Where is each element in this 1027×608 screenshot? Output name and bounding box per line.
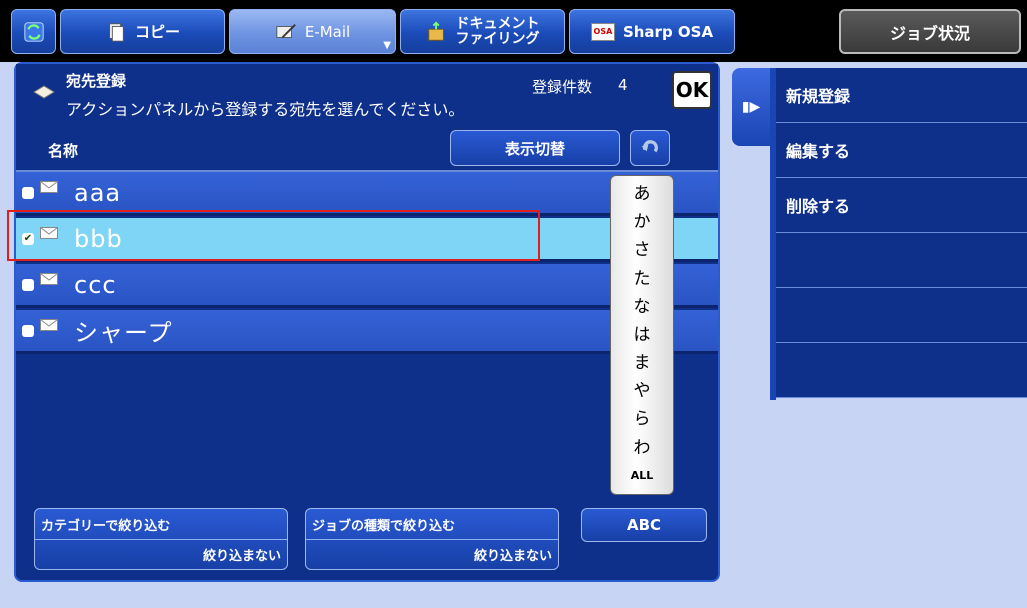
chevron-down-icon: ▼ [383, 40, 391, 51]
category-filter-value: 絞り込まない [202, 549, 281, 564]
page-title: 宛先登録 [66, 72, 127, 90]
tab-document-filing[interactable]: ドキュメント ファイリング [400, 9, 565, 54]
selection-highlight [7, 210, 540, 261]
copy-icon [109, 22, 124, 42]
email-pen-icon [276, 23, 296, 38]
new-registration-button[interactable]: 新規登録 [776, 68, 1027, 123]
action-empty-slot [776, 343, 1027, 398]
book-icon [33, 85, 55, 99]
checkbox[interactable] [22, 324, 34, 337]
kana-a[interactable]: あ [634, 184, 651, 204]
registered-count-value: 4 [618, 76, 628, 94]
category-filter-button[interactable]: カテゴリーで絞り込む 絞り込まない [34, 508, 288, 570]
panel-header: 宛先登録 アクションパネルから登録する宛先を選んでください。 登録件数 4 OK [16, 64, 718, 129]
kana-ta[interactable]: た [634, 269, 651, 289]
tab-email-label: E-Mail [304, 22, 351, 41]
mail-icon [40, 272, 58, 285]
kana-ha[interactable]: は [634, 325, 651, 345]
action-panel: 新規登録 編集する 削除する [776, 68, 1027, 398]
kana-wa[interactable]: わ [634, 438, 651, 458]
entry-name: aaa [74, 178, 122, 207]
address-list-panel: 宛先登録 アクションパネルから登録する宛先を選んでください。 登録件数 4 OK… [14, 62, 720, 582]
delete-button[interactable]: 削除する [776, 178, 1027, 233]
toggle-view-label: 表示切替 [504, 139, 565, 158]
kana-na[interactable]: な [634, 297, 651, 317]
job-type-filter-button[interactable]: ジョブの種類で絞り込む 絞り込まない [305, 508, 559, 570]
tab-copy-label: コピー [134, 23, 180, 41]
divider [306, 539, 558, 540]
undo-icon [641, 140, 658, 153]
kana-ma[interactable]: ま [634, 353, 651, 373]
registered-count-label: 登録件数 [532, 78, 593, 96]
home-button[interactable] [11, 9, 56, 54]
kana-all[interactable]: ALL [631, 466, 654, 486]
divider [35, 539, 287, 540]
edit-button[interactable]: 編集する [776, 123, 1027, 178]
tab-document-filing-line2: ファイリング [455, 30, 540, 47]
mail-icon [40, 318, 58, 331]
checkbox[interactable] [22, 278, 34, 291]
kana-ra[interactable]: ら [634, 409, 651, 429]
category-filter-title: カテゴリーで絞り込む [41, 519, 171, 534]
ok-button[interactable]: OK [672, 71, 712, 109]
folder-arrow-icon [427, 21, 444, 41]
tab-sharp-osa[interactable]: OSA Sharp OSA [569, 9, 735, 54]
entry-name: ccc [74, 270, 117, 299]
kana-index-bar[interactable]: あ か さ た な は ま や ら わ ALL [610, 175, 674, 495]
tab-email[interactable]: E-Mail ▼ [229, 9, 396, 54]
action-panel-toggle[interactable]: ▮▶ [732, 68, 770, 146]
abc-label: ABC [626, 516, 662, 534]
play-pause-icon: ▮▶ [741, 99, 761, 115]
action-empty-slot [776, 288, 1027, 343]
tab-document-filing-line1: ドキュメント [455, 15, 540, 32]
instruction-text: アクションパネルから登録する宛先を選んでください。 [66, 100, 465, 119]
toggle-view-button[interactable]: 表示切替 [450, 130, 620, 166]
tab-sharp-osa-label: Sharp OSA [622, 22, 714, 41]
checkbox[interactable] [22, 186, 34, 199]
tab-copy[interactable]: コピー [60, 9, 225, 54]
top-bar: コピー E-Mail ▼ ドキュメント ファイリング OSA Sharp OSA… [0, 0, 1027, 62]
action-empty-slot [776, 233, 1027, 288]
kana-ka[interactable]: か [634, 212, 651, 232]
job-type-filter-title: ジョブの種類で絞り込む [312, 519, 456, 534]
undo-button[interactable] [630, 130, 670, 166]
kana-sa[interactable]: さ [634, 240, 651, 260]
mail-icon [40, 180, 58, 193]
home-refresh-icon [23, 21, 44, 42]
job-status-button[interactable]: ジョブ状況 [839, 9, 1021, 54]
column-header: 名称 表示切替 [16, 128, 718, 172]
job-type-filter-value: 絞り込まない [473, 549, 552, 564]
entry-name: シャープ [74, 319, 173, 347]
name-column-label: 名称 [48, 142, 79, 160]
abc-button[interactable]: ABC [581, 508, 707, 542]
osa-icon: OSA [590, 22, 615, 41]
kana-ya[interactable]: や [634, 381, 651, 401]
job-status-label: ジョブ状況 [889, 23, 970, 43]
